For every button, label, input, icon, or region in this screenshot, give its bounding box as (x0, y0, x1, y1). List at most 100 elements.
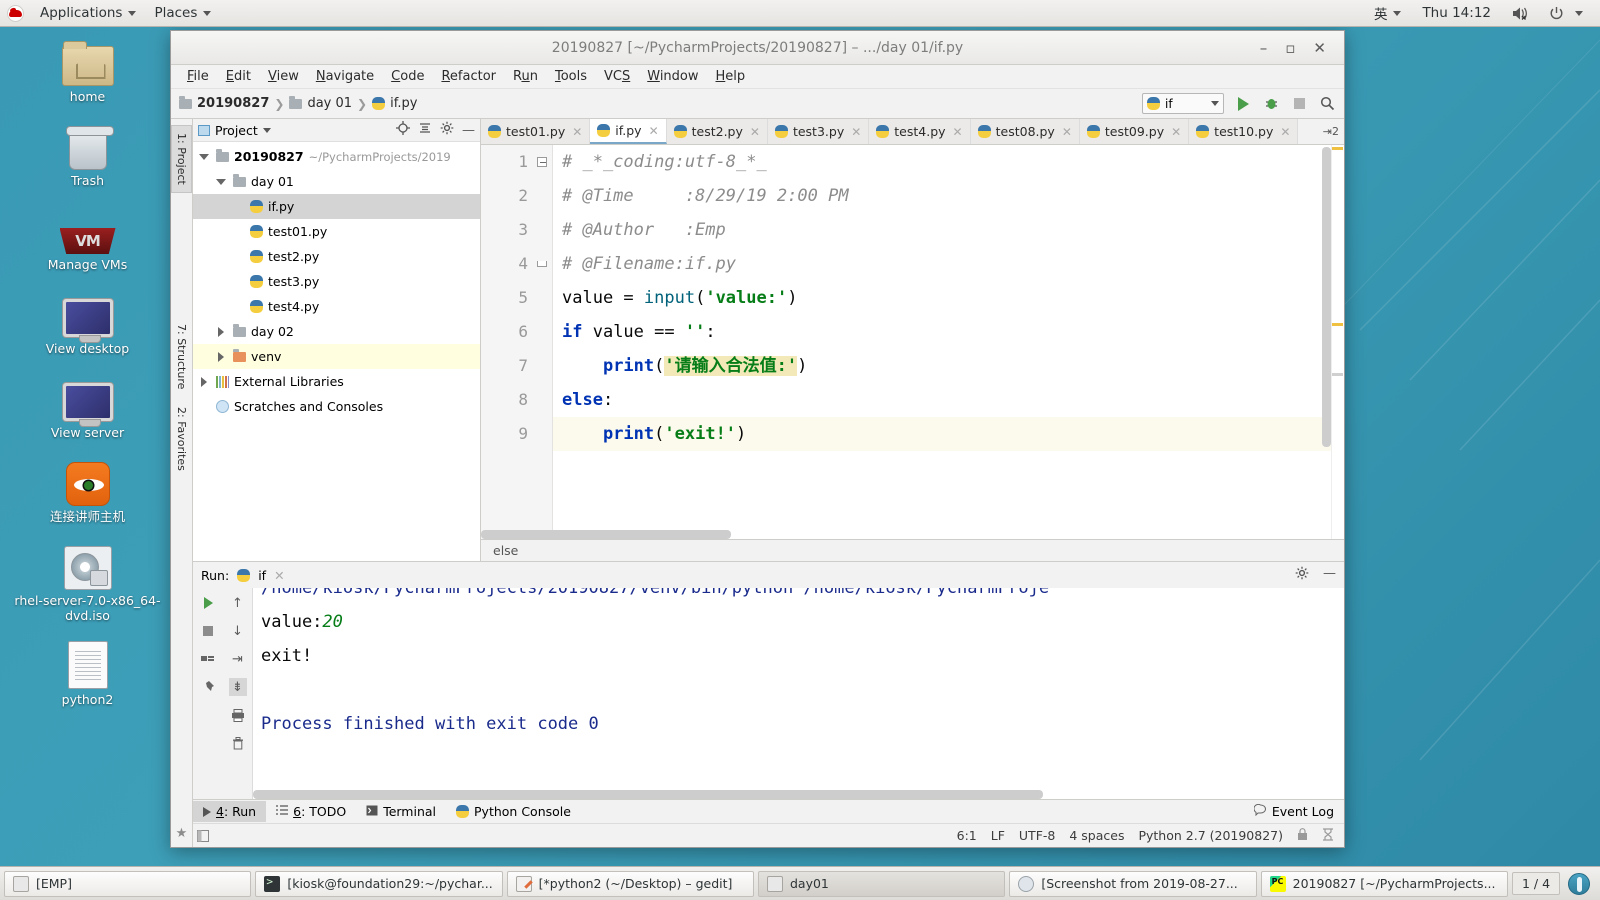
twisty[interactable] (214, 351, 228, 362)
code-fold-icon[interactable] (536, 247, 548, 281)
memory-icon[interactable] (1322, 827, 1334, 844)
code-line[interactable]: print('请输入合法值:') (553, 349, 1344, 383)
desktop-icon-python2[interactable]: python2 (0, 637, 175, 707)
search-icon[interactable] (1318, 95, 1336, 113)
minimize-icon[interactable]: — (1323, 566, 1336, 584)
star-icon[interactable]: ★ (176, 826, 188, 841)
taskbar-window[interactable]: [kiosk@foundation29:~/pychar... (255, 870, 503, 897)
project-panel-title[interactable]: Project (215, 123, 258, 138)
close-icon[interactable]: ✕ (1280, 125, 1290, 139)
code-line[interactable]: # _*_coding:utf-8_*_ (553, 145, 1344, 179)
tool-window-tab-todo[interactable]: 6: TODO (266, 801, 356, 822)
tab-overflow-indicator[interactable]: ⇥ 2 (1318, 119, 1344, 144)
desktop-icon-view-desktop[interactable]: View desktop (0, 286, 175, 356)
caret-position[interactable]: 6:1 (957, 828, 977, 843)
code-line[interactable]: # @Author :Emp (553, 213, 1344, 247)
menu-item-tools[interactable]: Tools (547, 67, 595, 86)
editor-tab-test09-py[interactable]: test09.py ✕ (1079, 119, 1190, 144)
desktop-icon-view-server[interactable]: View server (0, 370, 175, 440)
code-line[interactable]: value = input('value:') (553, 281, 1344, 315)
tool-window-tab-run[interactable]: 4: Run (193, 801, 267, 822)
tree-item[interactable]: 20190827 ~/PycharmProjects/2019 (193, 144, 480, 169)
code-line[interactable]: # @Filename:if.py (553, 247, 1344, 281)
close-icon[interactable]: ✕ (649, 124, 659, 138)
desktop-icon-rhel-iso[interactable]: rhel-server-7.0-x86_64-dvd.iso (0, 538, 175, 623)
tree-item[interactable]: day 02 (193, 319, 480, 344)
status-left-toggle[interactable] (193, 829, 213, 842)
power-icon[interactable] (1540, 3, 1592, 24)
window-titlebar[interactable]: 20190827 [~/PycharmProjects/20190827] – … (171, 31, 1344, 65)
menu-item-edit[interactable]: Edit (218, 67, 259, 86)
menu-item-view[interactable]: View (260, 67, 307, 86)
redhat-logo-icon[interactable] (7, 4, 24, 22)
editor-tab-test10-py[interactable]: test10.py ✕ (1189, 119, 1299, 144)
close-icon[interactable]: ✕ (750, 125, 760, 139)
tree-item[interactable]: test01.py (193, 219, 480, 244)
editor-tab-if-py[interactable]: if.py ✕ (590, 119, 667, 144)
maximize-button[interactable]: ▫ (1285, 40, 1295, 55)
run-config-name[interactable]: if (258, 568, 266, 583)
close-button[interactable]: ✕ (1313, 40, 1326, 55)
desktop-icon-manage-vms[interactable]: VM Manage VMs (0, 202, 175, 272)
menu-item-navigate[interactable]: Navigate (308, 67, 382, 86)
tool-window-tab-pythonconsole[interactable]: Python Console (446, 801, 581, 822)
tree-item[interactable]: test4.py (193, 294, 480, 319)
code-line[interactable]: if value == '': (553, 315, 1344, 349)
sidebar-item-favorites[interactable]: 2: Favorites (172, 400, 191, 478)
stop-icon[interactable] (199, 622, 217, 640)
taskbar-window[interactable]: 20190827 [~/PycharmProjects... (1260, 870, 1508, 897)
close-icon[interactable]: ✕ (851, 125, 861, 139)
code-line[interactable]: print('exit!') (553, 417, 1344, 451)
file-encoding[interactable]: UTF-8 (1019, 828, 1055, 843)
down-arrow-icon[interactable]: ↓ (229, 622, 247, 640)
applications-menu[interactable]: Applications (31, 2, 145, 24)
taskbar-window[interactable]: [Screenshot from 2019-08-27... (1009, 870, 1257, 897)
tree-item[interactable]: External Libraries (193, 369, 480, 394)
menu-item-code[interactable]: Code (383, 67, 432, 86)
console-icon[interactable] (199, 650, 217, 668)
menu-item-vcs[interactable]: VCS (596, 67, 638, 86)
menu-item-window[interactable]: Window (639, 67, 706, 86)
minimize-button[interactable]: – (1260, 40, 1268, 55)
tree-item[interactable]: test2.py (193, 244, 480, 269)
tree-item[interactable]: day 01 (193, 169, 480, 194)
breadcrumb-file[interactable]: if.py (390, 96, 417, 111)
close-icon[interactable]: ✕ (572, 125, 582, 139)
scroll-to-end-icon[interactable]: ⇟ (228, 678, 247, 696)
breadcrumb-project[interactable]: 20190827 (197, 96, 269, 111)
menu-item-refactor[interactable]: Refactor (433, 67, 504, 86)
event-log-button[interactable]: Event Log (1253, 803, 1344, 819)
console-horizontal-scrollbar[interactable] (253, 790, 1043, 799)
twisty[interactable] (197, 376, 211, 387)
code-editor[interactable]: 123456789 # _*_coding:utf-8_*_ # @Time :8… (481, 145, 1344, 539)
workspace-switcher[interactable]: 1 / 4 (1511, 872, 1561, 895)
error-stripe[interactable] (1331, 145, 1344, 539)
run-play-icon[interactable] (1234, 95, 1252, 113)
close-icon[interactable]: ✕ (1171, 125, 1181, 139)
desktop-icon-trash[interactable]: Trash (0, 118, 175, 188)
editor-tab-test01-py[interactable]: test01.py ✕ (481, 119, 591, 144)
editor-tab-test2-py[interactable]: test2.py ✕ (666, 119, 768, 144)
input-method-indicator[interactable]: 英 (1365, 0, 1411, 26)
taskbar-window[interactable]: [*python2 (~/Desktop) – gedit] (506, 870, 754, 897)
editor-horizontal-scrollbar[interactable] (481, 530, 731, 539)
collapse-all-icon[interactable] (418, 121, 432, 139)
close-icon[interactable]: ✕ (274, 568, 284, 583)
chevron-down-icon[interactable] (262, 127, 271, 133)
tree-item[interactable]: if.py (193, 194, 480, 219)
editor-vertical-scrollbar[interactable] (1322, 145, 1331, 539)
tree-item[interactable]: test3.py (193, 269, 480, 294)
code-line[interactable]: # @Time :8/29/19 2:00 PM (553, 179, 1344, 213)
code-text[interactable]: # _*_coding:utf-8_*_ # @Time :8/29/19 2:0… (553, 145, 1344, 539)
twisty[interactable] (197, 153, 211, 160)
editor-tab-test3-py[interactable]: test3.py ✕ (767, 119, 870, 144)
gear-icon[interactable] (1295, 566, 1309, 584)
taskbar-window[interactable]: day01 (757, 870, 1006, 897)
menu-item-help[interactable]: Help (708, 67, 754, 86)
print-icon[interactable] (229, 706, 247, 724)
pin-icon[interactable] (199, 678, 217, 696)
close-icon[interactable]: ✕ (1062, 125, 1072, 139)
places-menu[interactable]: Places (145, 2, 220, 24)
twisty[interactable] (214, 326, 228, 337)
breadcrumb-folder[interactable]: day 01 (307, 96, 352, 111)
